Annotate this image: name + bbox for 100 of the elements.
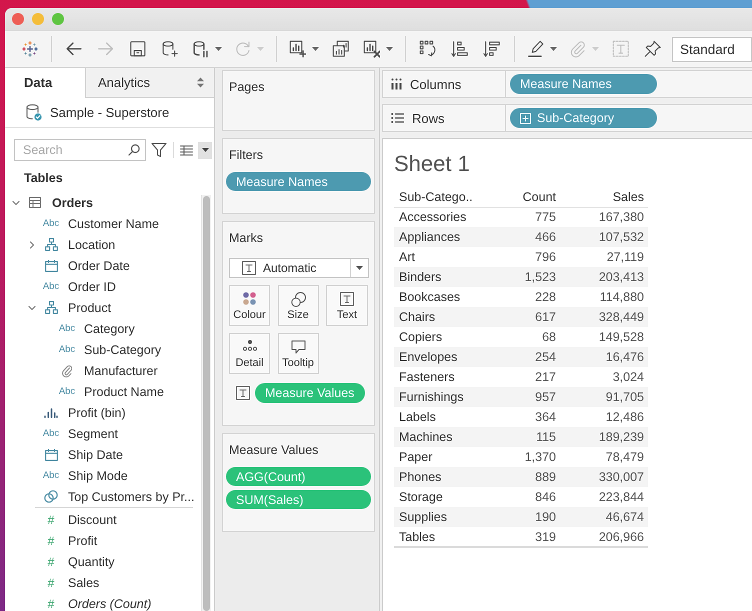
table-cell: 12,486 [559,407,648,427]
caret-icon [202,148,208,152]
mark-property-button[interactable]: Tooltip [278,333,318,374]
caret-icon[interactable] [28,240,36,248]
sheet-title: Sheet 1 [394,151,471,177]
field-label[interactable]: Profit (bin) [68,406,126,420]
field-label[interactable]: Sub-Category [84,342,162,356]
abc-icon: Abc [58,344,76,354]
field-label[interactable]: Ship Mode [68,468,128,482]
field-label[interactable]: Product [68,300,112,314]
shelf-label: Columns [410,76,462,92]
table-cell: 319 [498,527,559,547]
table-cell: 167,380 [559,207,648,227]
close-button[interactable] [12,13,24,25]
shelf-label: Rows [412,110,445,126]
field-label[interactable]: Profit [68,534,98,548]
field-label[interactable]: Category [84,322,135,336]
column-header: Count [498,187,559,207]
sort-ascending-icon [451,40,469,58]
table-cell: 68 [498,327,559,347]
refresh-icon [234,40,252,58]
caret-icon [257,47,264,51]
list-view-icon[interactable] [180,144,193,156]
pen-icon [526,40,544,58]
text-box-icon [612,40,630,58]
table-cell: 846 [498,487,559,507]
abc-icon: Abc [58,386,76,396]
rows-icon [391,113,404,123]
database-check-icon [26,104,42,121]
table-cell: 91,705 [559,387,648,407]
table-cell: Machines [394,427,498,447]
plus-box-icon [520,112,531,124]
field-label[interactable]: Order Date [68,258,130,272]
search-field[interactable]: Search [14,139,146,161]
hash-icon: # [48,576,54,588]
sort-descending-icon [483,40,501,58]
pane-tab[interactable]: Analytics [85,68,214,98]
column-header: Sales [559,187,648,207]
field-label[interactable]: Orders (Count) [68,596,152,610]
table-cell: 775 [498,207,559,227]
fit-dropdown[interactable]: Standard [672,36,752,62]
field-label[interactable]: Order ID [68,280,116,294]
abc-icon: Abc [42,218,60,228]
paperclip-icon [568,40,586,58]
histogram-icon [44,408,58,418]
caret-icon [215,47,222,51]
column-header: Sub-Catego.. [394,187,498,207]
field-label[interactable]: Quantity [68,554,115,568]
table-cell: Bookcases [394,287,498,307]
table-icon [29,197,41,208]
table-cell: Appliances [394,227,498,247]
table-cell: Chairs [394,307,498,327]
hash-icon: # [48,556,54,568]
caret-icon[interactable] [28,304,36,312]
text-box-icon [340,292,354,306]
caret-icon [592,47,600,51]
table-cell: Binders [394,267,498,287]
swap-icon [419,40,437,58]
hash-icon: # [48,534,54,546]
table-cell: 254 [498,347,559,367]
field-label[interactable]: Top Customers by Pr... [68,490,194,504]
table-cell: 46,674 [559,507,648,527]
overlapping-circles-icon [290,292,306,307]
mark-property-button[interactable]: Size [278,285,318,326]
field-label[interactable]: Orders [52,196,93,210]
field-label[interactable]: Discount [68,512,117,526]
four-dots-icon [243,292,256,305]
filter-icon[interactable] [151,142,167,158]
table-cell: 78,479 [559,447,648,467]
table-cell: Fasteners [394,367,498,387]
table-cell: Accessories [394,207,498,227]
table-cell: 203,413 [559,267,648,287]
table-cell: 223,844 [559,487,648,507]
table-cell: Furnishings [394,387,498,407]
abc-icon: Abc [42,470,60,480]
menu-button[interactable] [198,142,212,158]
field-label[interactable]: Customer Name [68,216,159,230]
table-cell: Envelopes [394,347,498,367]
mark-property-button[interactable]: Detail [229,333,270,374]
arrow-right-icon [97,40,115,58]
mark-property-button[interactable]: Colour [229,285,270,326]
table-cell: 189,239 [559,427,648,447]
database-pause-icon [192,40,210,58]
field-label[interactable]: Product Name [84,384,164,398]
up-down-arrows-icon [197,77,204,88]
table-cell: 330,007 [559,467,648,487]
paperclip-icon [62,364,72,378]
field-label[interactable]: Manufacturer [84,364,158,378]
field-label[interactable]: Ship Date [68,448,123,462]
card-title: Measure Values [228,442,320,458]
abc-icon: Abc [58,324,76,334]
caret-icon[interactable] [12,198,20,206]
calendar-icon [44,260,58,272]
field-label[interactable]: Location [68,238,116,252]
mark-property-button[interactable]: Text [326,285,368,326]
field-label[interactable]: Segment [68,426,118,440]
data-source-name[interactable]: Sample - Superstore [50,105,170,120]
card-title: Filters [228,147,264,163]
field-label[interactable]: Sales [68,576,100,590]
mark-type-dropdown[interactable]: Automatic [229,258,369,278]
